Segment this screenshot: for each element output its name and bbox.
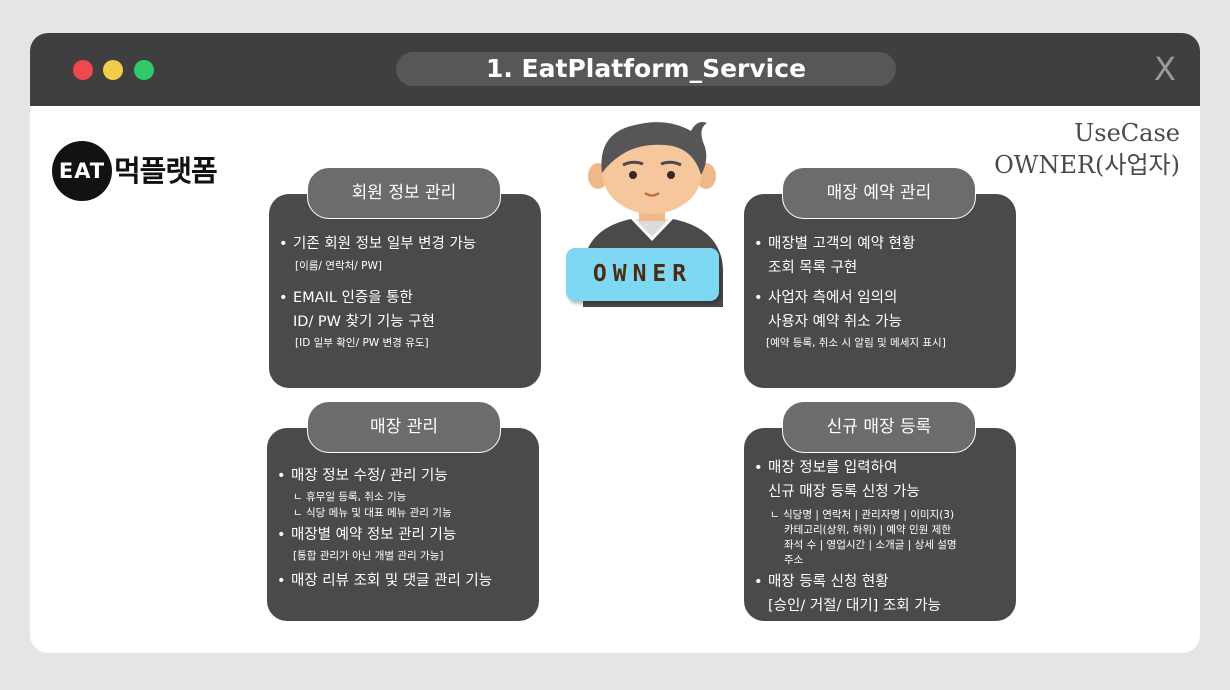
card-reservation: • 매장별 고객의 예약 현황 조회 목록 구현 • 사업자 측에서 임의의 사용자 예… (744, 194, 1016, 388)
list-item: • 매장별 고객의 예약 현황 조회 목록 구현 (754, 236, 916, 276)
brand-logo: EAT 먹플랫폼 (52, 141, 232, 201)
owner-badge: OWNER (566, 248, 719, 301)
list-item-sub: ㄴ 휴무일 등록, 취소 기능 (293, 491, 407, 503)
app-window: 1. EatPlatform_Service X EAT 먹플랫폼 UseCas… (30, 33, 1200, 653)
list-item: • 기존 회원 정보 일부 변경 가능 (279, 236, 477, 252)
logo-emblem: EAT (52, 141, 112, 201)
list-item-sub: 좌석 수 | 영업시간 | 소개글 | 상세 설명 (784, 539, 957, 551)
logo-text: 먹플랫폼 (114, 154, 218, 188)
list-item-sub: [예약 등록, 취소 시 알림 및 메세지 표시] (766, 337, 946, 349)
card-store-management: • 매장 정보 수정/ 관리 기능 ㄴ 휴무일 등록, 취소 기능 ㄴ 식당 메뉴… (267, 428, 539, 621)
card-new-store: • 매장 정보를 입력하여 신규 매장 등록 신청 가능 ㄴ 식당명 | 연락처 |… (744, 428, 1016, 621)
actor-label: OWNER(사업자) (994, 151, 1180, 179)
list-item-sub: [ID 일부 확인/ PW 변경 유도] (295, 337, 429, 349)
list-item: • 사업자 측에서 임의의 사용자 예약 취소 가능 (754, 290, 902, 330)
window-title: 1. EatPlatform_Service (396, 52, 896, 86)
list-item: • 매장 정보를 입력하여 신규 매장 등록 신청 가능 (754, 460, 920, 500)
card-title-store-management: 매장 관리 (307, 401, 501, 453)
card-title-member-info: 회원 정보 관리 (307, 167, 501, 219)
maximize-window-dot[interactable] (134, 60, 154, 80)
minimize-window-dot[interactable] (103, 60, 123, 80)
card-title-reservation: 매장 예약 관리 (782, 167, 976, 219)
list-item-sub: 주소 (784, 554, 804, 566)
card-member-info: • 기존 회원 정보 일부 변경 가능 [이름/ 연락처/ PW] • EMAIL … (269, 194, 541, 388)
list-item-sub: 카테고리(상위, 하위) | 예약 인원 제한 (784, 524, 951, 536)
list-item-sub: ㄴ 식당명 | 연락처 | 관리자명 | 이미지(3) (770, 509, 955, 521)
usecase-label: UseCase (1074, 119, 1180, 147)
list-item-sub: ㄴ 식당 메뉴 및 대표 메뉴 관리 기능 (293, 507, 452, 519)
card-title-new-store: 신규 매장 등록 (782, 401, 976, 453)
usecase-caption: UseCase OWNER(사업자) (994, 117, 1180, 181)
list-item: • 매장 정보 수정/ 관리 기능 (277, 468, 448, 484)
list-item: • 매장 리뷰 조회 및 댓글 관리 기능 (277, 573, 493, 589)
close-window-dot[interactable] (73, 60, 93, 80)
list-item: • 매장별 예약 정보 관리 기능 (277, 527, 457, 543)
close-icon[interactable]: X (1154, 49, 1176, 89)
list-item-sub: [통합 관리가 아닌 개별 관리 가능] (293, 550, 444, 562)
title-bar: 1. EatPlatform_Service X (30, 33, 1200, 106)
list-item: • EMAIL 인증을 통한 ID/ PW 찾기 기능 구현 (279, 290, 435, 330)
list-item: • 매장 등록 신청 현황 [승인/ 거절/ 대기] 조회 가능 (754, 574, 941, 614)
list-item-sub: [이름/ 연락처/ PW] (295, 260, 382, 272)
